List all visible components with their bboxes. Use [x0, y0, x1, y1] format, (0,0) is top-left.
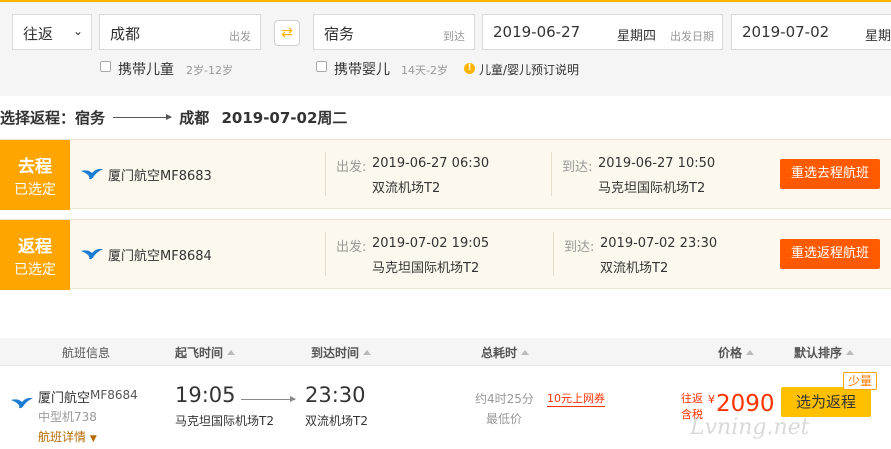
return-dep-time: 2019-07-02 19:05 — [372, 236, 490, 251]
outbound-dep-time: 2019-06-27 06:30 — [372, 156, 490, 171]
outbound-arr-time: 2019-06-27 10:50 — [598, 156, 716, 171]
outbound-arr-label: 到达: — [562, 160, 593, 175]
from-city-value: 成都 — [110, 25, 141, 43]
sort-price-label: 价格 — [718, 346, 743, 360]
selection-prefix: 选择返程：宿务 — [0, 109, 106, 127]
result-airline: 厦门航空 — [38, 391, 91, 406]
flight-details-label: 航班详情 — [38, 430, 87, 444]
outbound-tag-top: 去程 — [18, 157, 52, 177]
sort-arrive-time[interactable]: 到达时间 — [311, 344, 372, 361]
return-dep-airport: 马克坦国际机场T2 — [372, 261, 480, 276]
result-dep-time: 19:05 — [175, 383, 236, 407]
xiamen-airlines-logo-icon — [81, 248, 103, 260]
child-checkbox[interactable] — [100, 61, 111, 72]
outbound-tag-bottom: 已选定 — [14, 182, 56, 198]
depart-suffix: 出发日期 — [670, 30, 714, 43]
outbound-tag: 去程 已选定 — [0, 140, 70, 210]
xiamen-airlines-logo-icon — [81, 168, 103, 180]
swap-cities-button[interactable]: ⇄ — [274, 20, 300, 46]
return-date-value: 2019-07-02 — [742, 23, 830, 41]
outbound-dep-airport: 双流机场T2 — [372, 181, 441, 196]
sort-depart-time[interactable]: 起飞时间 — [175, 344, 236, 361]
child-age: 2岁-12岁 — [186, 64, 233, 77]
chevron-down-icon: ⌄ — [72, 24, 83, 38]
child-label: 携带儿童 — [118, 62, 174, 78]
return-weekday: 星期 — [865, 29, 891, 44]
info-icon: ! — [464, 63, 475, 74]
to-city-input[interactable]: 宿务 到达 — [313, 14, 475, 50]
divider — [325, 232, 326, 276]
chevron-down-icon: ▼ — [89, 434, 97, 444]
limited-seats-badge: 少量 — [843, 372, 877, 390]
reselect-return-button[interactable]: 重选返程航班 — [780, 239, 880, 269]
arrow-right-icon — [113, 114, 173, 120]
sort-depart-time-label: 起飞时间 — [175, 346, 224, 360]
to-city-value: 宿务 — [324, 25, 355, 43]
sort-duration-label: 总耗时 — [481, 346, 518, 360]
infant-age: 14天-2岁 — [401, 64, 448, 77]
trip-type-value: 往返 — [23, 25, 54, 43]
result-dep-airport: 马克坦国际机场T2 — [175, 414, 274, 428]
sort-duration[interactable]: 总耗时 — [481, 344, 530, 361]
return-leg-card: 返程 已选定 厦门航空MF8684 出发: 2019-07-02 19:05 马… — [0, 219, 891, 290]
sort-arrive-time-label: 到达时间 — [311, 346, 360, 360]
from-city-input[interactable]: 成都 出发 — [99, 14, 261, 50]
outbound-dep-label: 出发: — [336, 160, 367, 175]
result-arr-airport: 双流机场T2 — [305, 414, 368, 428]
return-tag: 返程 已选定 — [0, 220, 70, 290]
result-aircraft[interactable]: 中型机738 — [38, 408, 97, 425]
return-date-input[interactable]: 2019-07-02 星期 — [731, 14, 891, 50]
divider — [325, 152, 326, 196]
depart-date-input[interactable]: 2019-06-27 星期四 出发日期 — [482, 14, 723, 50]
sort-up-icon — [227, 350, 236, 355]
sort-up-icon — [846, 350, 855, 355]
sort-up-icon — [521, 350, 530, 355]
child-infant-info-link[interactable]: 儿童/婴儿预订说明 — [479, 61, 579, 78]
result-price: 2090 — [716, 391, 775, 417]
sort-default[interactable]: 默认排序 — [794, 344, 855, 361]
from-suffix: 出发 — [229, 30, 251, 43]
trip-type-select[interactable]: 往返 ⌄ — [12, 14, 92, 50]
xiamen-airlines-logo-icon — [11, 397, 33, 409]
header-flight-info: 航班信息 — [62, 346, 111, 360]
coupon-link[interactable]: 10元上网券 — [547, 390, 605, 407]
return-arr-label: 到达: — [564, 240, 595, 255]
return-tag-top: 返程 — [18, 237, 52, 257]
result-lowest-label: 最低价 — [486, 412, 523, 426]
results-header: 航班信息 起飞时间 到达时间 总耗时 价格 默认排序 — [0, 338, 891, 366]
depart-date-value: 2019-06-27 — [493, 23, 581, 41]
result-arr-time: 23:30 — [305, 383, 366, 407]
outbound-arr-airport: 马克坦国际机场T2 — [598, 181, 706, 196]
infant-label: 携带婴儿 — [334, 62, 390, 78]
arrow-right-icon — [241, 396, 296, 402]
return-flight: 厦门航空MF8684 — [108, 249, 212, 264]
return-arr-time: 2019-07-02 23:30 — [600, 236, 718, 251]
swap-arrows-icon: ⇄ — [281, 25, 293, 41]
to-suffix: 到达 — [443, 30, 465, 43]
infant-checkbox[interactable] — [316, 61, 327, 72]
depart-weekday: 星期四 — [617, 29, 657, 44]
selection-title: 选择返程：宿务 成都 2019-07-02周二 — [0, 107, 347, 128]
selection-date: 2019-07-02周二 — [221, 109, 348, 127]
return-arr-airport: 双流机场T2 — [600, 261, 669, 276]
price-currency: ¥ — [708, 393, 715, 406]
selection-to: 成都 — [179, 109, 210, 127]
sort-price[interactable]: 价格 — [718, 344, 755, 361]
sort-up-icon — [746, 350, 755, 355]
result-flight-no: MF8684 — [90, 388, 138, 402]
watermark: Lvning.net — [690, 415, 810, 440]
outbound-flight: 厦门航空MF8683 — [108, 169, 212, 184]
sort-default-label: 默认排序 — [794, 346, 843, 360]
select-return-button[interactable]: 选为返程 — [781, 387, 871, 417]
reselect-outbound-button[interactable]: 重选去程航班 — [780, 159, 880, 189]
result-duration: 约4时25分 — [475, 392, 534, 406]
return-dep-label: 出发: — [336, 240, 367, 255]
outbound-leg-card: 去程 已选定 厦门航空MF8683 出发: 2019-06-27 06:30 双… — [0, 139, 891, 210]
flight-details-link[interactable]: 航班详情 ▼ — [38, 428, 97, 445]
sort-up-icon — [363, 350, 372, 355]
divider — [553, 232, 554, 276]
divider — [551, 152, 552, 196]
return-tag-bottom: 已选定 — [14, 262, 56, 278]
price-label-round-trip: 往返 — [681, 392, 703, 405]
